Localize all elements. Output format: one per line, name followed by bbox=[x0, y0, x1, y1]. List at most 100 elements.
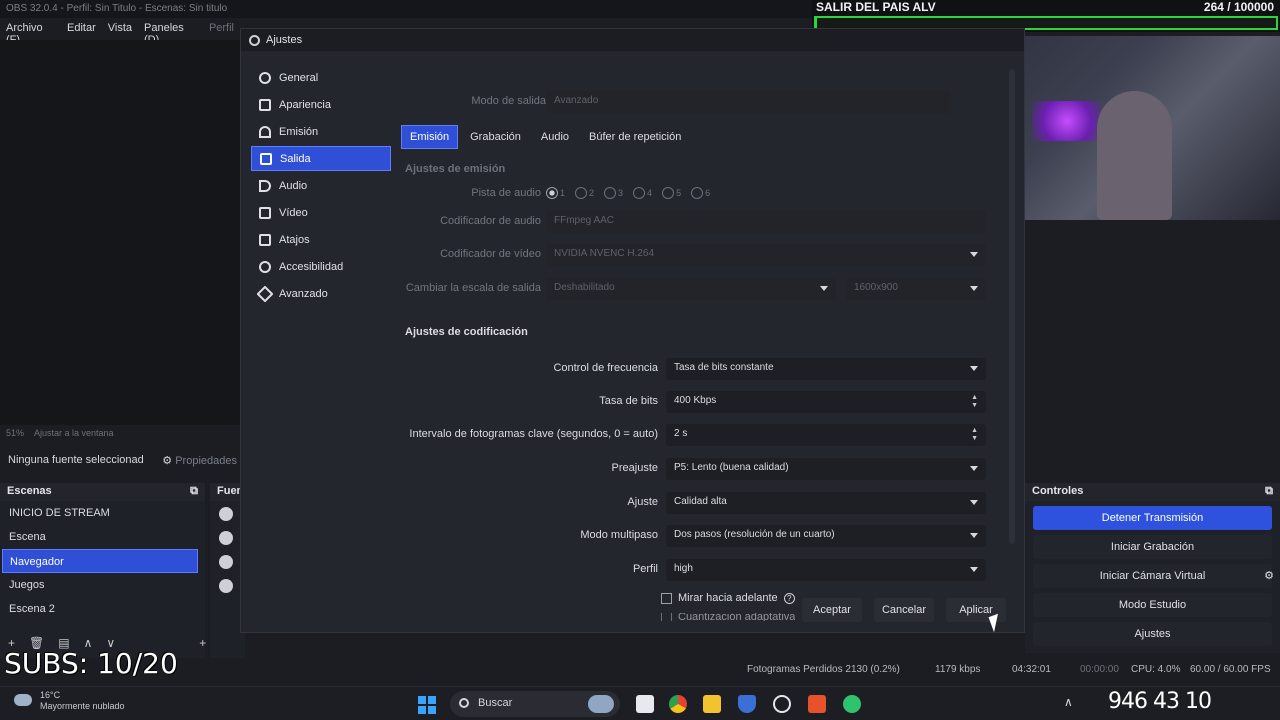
nav-label: General bbox=[279, 71, 319, 84]
gear-icon[interactable]: ⚙ bbox=[1264, 564, 1274, 588]
keyframe-row: Intervalo de fotogramas clave (segundos,… bbox=[396, 424, 996, 446]
widgets-icon[interactable] bbox=[588, 695, 614, 713]
scene-item[interactable]: Juegos bbox=[0, 573, 205, 597]
whatsapp-icon[interactable] bbox=[843, 695, 861, 713]
menu-paneles[interactable]: Paneles (D) bbox=[144, 22, 197, 46]
settings-scrollbar[interactable] bbox=[1009, 69, 1015, 544]
tab-recording[interactable]: Grabación bbox=[462, 125, 529, 149]
start-recording-button[interactable]: Iniciar Grabación bbox=[1033, 535, 1272, 559]
browser-source-icon[interactable] bbox=[219, 579, 233, 593]
audio-track-radio[interactable]: 4 bbox=[633, 187, 652, 199]
nav-appearance[interactable]: Apariencia bbox=[251, 92, 391, 117]
nav-video[interactable]: Vídeo bbox=[251, 200, 391, 225]
settings-sidebar: General Apariencia Emisión Salida Audio … bbox=[251, 65, 391, 308]
fit-label[interactable]: Ajustar a la ventana bbox=[34, 428, 114, 440]
rescale-select[interactable]: Deshabilitado bbox=[546, 278, 836, 300]
keyframe-spinbox[interactable]: 2 s ▲ ▼ bbox=[666, 424, 986, 446]
output-mode-select[interactable]: Avanzado bbox=[546, 91, 951, 113]
video-encoder-select[interactable]: NVIDIA NVENC H.264 bbox=[546, 244, 986, 266]
status-bar: Fotogramas Perdidos 2130 (0.2%) 1179 kbp… bbox=[0, 658, 1280, 682]
add-source-icon[interactable]: + bbox=[199, 636, 206, 650]
audio-encoder-select[interactable]: FFmpeg AAC bbox=[546, 211, 986, 233]
brave-icon[interactable] bbox=[808, 695, 826, 713]
rate-control-select[interactable]: Tasa de bits constante bbox=[666, 358, 986, 380]
multipass-select[interactable]: Dos pasos (resolución de un cuarto) bbox=[666, 525, 986, 547]
settings-content: Modo de salida Avanzado Emisión Grabació… bbox=[396, 57, 1006, 621]
menu-perfil[interactable]: Perfil bbox=[209, 22, 234, 36]
scene-item-selected[interactable]: Navegador bbox=[2, 549, 198, 573]
nav-audio[interactable]: Audio bbox=[251, 173, 391, 198]
help-icon[interactable]: ? bbox=[783, 592, 795, 604]
nav-general[interactable]: General bbox=[251, 65, 391, 90]
browser-source-icon[interactable] bbox=[219, 531, 233, 545]
dock-float-icon[interactable]: ⧉ bbox=[1265, 485, 1273, 499]
shield-icon[interactable] bbox=[738, 695, 756, 713]
nav-accessibility[interactable]: Accesibilidad bbox=[251, 254, 391, 279]
scene-item[interactable]: Escena bbox=[0, 525, 205, 549]
audio-track-radio[interactable]: 6 bbox=[691, 187, 710, 199]
tab-audio[interactable]: Audio bbox=[533, 125, 577, 149]
bitrate-row: Tasa de bits 400 Kbps ▲ ▼ bbox=[396, 391, 996, 413]
folder-icon[interactable] bbox=[703, 695, 721, 713]
checkbox[interactable] bbox=[661, 613, 672, 621]
obs-icon[interactable] bbox=[773, 695, 791, 713]
tab-streaming[interactable]: Emisión bbox=[401, 125, 459, 149]
nav-advanced[interactable]: Avanzado bbox=[251, 281, 391, 306]
tuning-select[interactable]: Calidad alta bbox=[666, 492, 986, 514]
antenna-icon bbox=[259, 125, 271, 138]
rescale-row: Cambiar la escala de salida Deshabilitad… bbox=[396, 278, 996, 300]
settings-button[interactable]: Ajustes bbox=[1033, 622, 1272, 646]
audio-track-radio[interactable]: 1 bbox=[546, 187, 565, 199]
dock-float-icon[interactable]: ⧉ bbox=[190, 485, 198, 499]
spin-arrows-icon[interactable]: ▲ ▼ bbox=[971, 427, 978, 443]
menu-vista[interactable]: Vista bbox=[108, 22, 132, 36]
studio-mode-button[interactable]: Modo Estudio bbox=[1033, 593, 1272, 617]
rescale-resolution-select[interactable]: 1600x900 bbox=[846, 278, 986, 300]
nav-output[interactable]: Salida bbox=[251, 146, 391, 171]
preview-scale-bar: 51% Ajustar a la ventana bbox=[0, 425, 240, 443]
cancel-button[interactable]: Cancelar bbox=[874, 598, 934, 622]
menu-archivo[interactable]: Archivo (F) bbox=[6, 22, 55, 46]
nav-label: Apariencia bbox=[279, 98, 331, 111]
preset-label: Preajuste bbox=[611, 462, 658, 474]
profile-select[interactable]: high bbox=[666, 559, 986, 581]
scale-label[interactable]: 51% bbox=[6, 428, 24, 440]
rescale-value: Deshabilitado bbox=[554, 282, 615, 293]
output-mode-label: Modo de salida bbox=[471, 95, 546, 107]
scene-item[interactable]: Escena 2 bbox=[0, 597, 205, 621]
controls-dock: Controles ⧉ Detener Transmisión Iniciar … bbox=[1025, 483, 1280, 653]
audio-track-radio[interactable]: 5 bbox=[662, 187, 681, 199]
preview-canvas[interactable] bbox=[0, 40, 240, 425]
bitrate-spinbox[interactable]: 400 Kbps ▲ ▼ bbox=[666, 391, 986, 413]
chrome-icon[interactable] bbox=[669, 695, 687, 713]
weather-widget[interactable]: 16°C Mayormente nublado bbox=[14, 690, 125, 712]
start-menu-icon[interactable] bbox=[418, 696, 436, 714]
audio-encoder-value: FFmpeg AAC bbox=[554, 215, 615, 226]
adaptive-quantization-checkbox[interactable]: Cuantización adaptativa bbox=[661, 613, 795, 621]
spin-arrows-icon[interactable]: ▲ ▼ bbox=[971, 394, 978, 410]
accept-button[interactable]: Aceptar bbox=[802, 598, 862, 622]
scene-item[interactable]: INICIO DE STREAM bbox=[0, 501, 205, 525]
video-encoder-value: NVIDIA NVENC H.264 bbox=[554, 248, 655, 259]
lookahead-checkbox[interactable]: Mirar hacia adelante ? bbox=[661, 592, 795, 604]
properties-label: Propiedades bbox=[175, 455, 237, 467]
start-virtual-camera-button[interactable]: Iniciar Cámara Virtual ⚙ bbox=[1033, 564, 1274, 588]
stop-stream-button[interactable]: Detener Transmisión bbox=[1033, 506, 1272, 530]
profile-label: Perfil bbox=[632, 563, 658, 575]
checkbox[interactable] bbox=[661, 592, 672, 604]
preset-select[interactable]: P5: Lento (buena calidad) bbox=[666, 458, 986, 480]
properties-button[interactable]: ⚙ Propiedades bbox=[162, 454, 237, 468]
audio-track-radio[interactable]: 2 bbox=[575, 187, 594, 199]
streamer bbox=[1097, 91, 1172, 220]
cpu-usage: CPU: 4.0% bbox=[1131, 664, 1181, 675]
nav-stream[interactable]: Emisión bbox=[251, 119, 391, 144]
browser-source-icon[interactable] bbox=[219, 507, 233, 521]
chevron-up-icon[interactable]: ∧ bbox=[1064, 695, 1073, 709]
menu-editar[interactable]: Editar bbox=[67, 22, 96, 36]
task-view-icon[interactable] bbox=[636, 695, 654, 713]
controls-title: Controles bbox=[1032, 485, 1084, 497]
nav-hotkeys[interactable]: Atajos bbox=[251, 227, 391, 252]
audio-track-radio[interactable]: 3 bbox=[604, 187, 623, 199]
tab-replay-buffer[interactable]: Búfer de repetición bbox=[581, 125, 689, 149]
browser-source-icon[interactable] bbox=[219, 555, 233, 569]
